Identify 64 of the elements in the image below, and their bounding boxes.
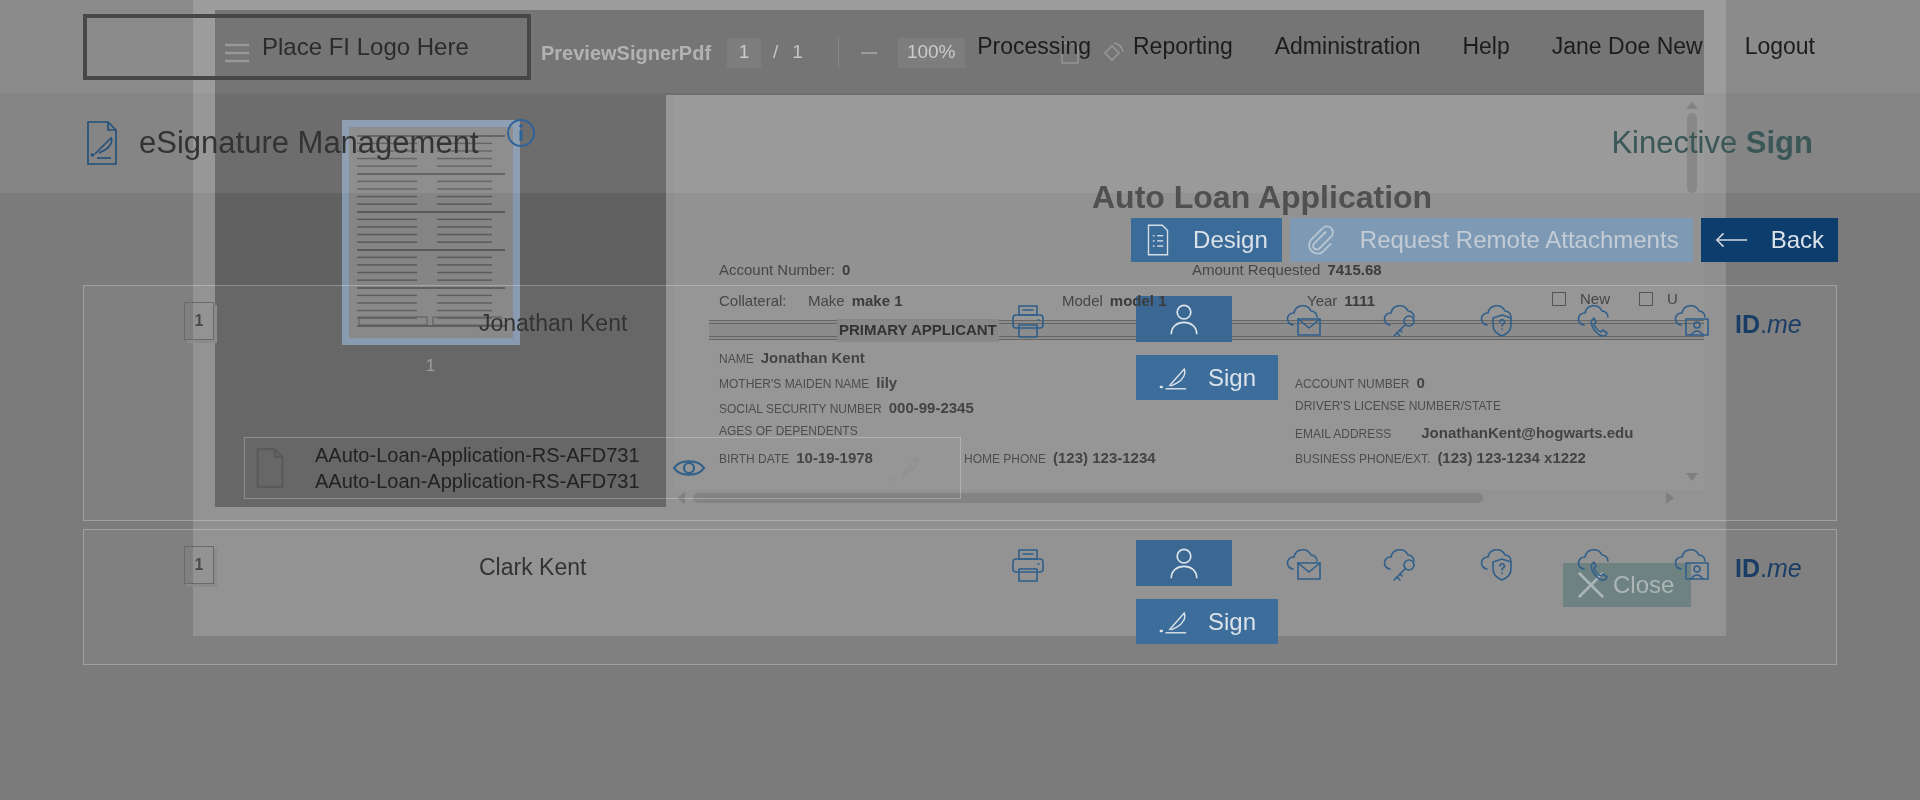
- sign-button[interactable]: Sign: [1136, 599, 1278, 644]
- idme-logo[interactable]: ID.me: [1735, 306, 1802, 344]
- checkbox-label: New: [1580, 288, 1610, 309]
- idme-logo[interactable]: ID.me: [1735, 550, 1802, 588]
- field-label: DRIVER'S LICENSE NUMBER/STATE: [1295, 398, 1501, 416]
- page-separator: /: [773, 40, 779, 65]
- nav-link[interactable]: Administration: [1274, 29, 1421, 64]
- sign-button[interactable]: Sign: [1136, 355, 1278, 400]
- document-name: AAuto-Loan-Application-RS-AFD731: [315, 443, 641, 468]
- viewer-title: PreviewSignerPdf: [541, 40, 712, 66]
- signer-button[interactable]: [1136, 540, 1232, 586]
- field-value: 7415.68: [1327, 260, 1382, 280]
- field-value: 1111: [1344, 290, 1376, 311]
- field-label: MOTHER'S MAIDEN NAME: [719, 376, 870, 394]
- nav-link[interactable]: Jane Doe New: [1551, 29, 1703, 64]
- page-count-icon: 1: [184, 546, 214, 584]
- field-label: Make: [808, 290, 845, 311]
- checkbox-label: U: [1667, 288, 1678, 309]
- arrow-left-icon: [1714, 230, 1749, 250]
- field-label: SOCIAL SECURITY NUMBER: [719, 401, 882, 419]
- zoom-field[interactable]: 100%: [897, 37, 965, 68]
- page-number-field[interactable]: 1: [727, 37, 762, 68]
- field-label: NAME: [719, 351, 754, 369]
- field-label: Account Number:: [719, 260, 835, 280]
- checkbox[interactable]: [1639, 291, 1653, 306]
- field-label: BIRTH DATE: [719, 451, 790, 469]
- field-value: 0: [1416, 373, 1425, 394]
- checkbox[interactable]: [1552, 291, 1566, 306]
- close-button[interactable]: Close: [1563, 563, 1691, 607]
- logo-placeholder[interactable]: Place FI Logo Here: [83, 13, 531, 80]
- field-value: JonathanKent@hogwarts.edu: [1421, 423, 1634, 444]
- page-count-icon: 1: [184, 302, 214, 340]
- nav-link[interactable]: Help: [1462, 29, 1510, 64]
- field-value: lily: [876, 373, 898, 394]
- field-value: 10-19-1978: [796, 448, 873, 469]
- brand-logo: Kinective Sign: [1611, 123, 1813, 162]
- nav-link[interactable]: Reporting: [1133, 29, 1233, 64]
- field-value: 000-99-2345: [888, 398, 974, 419]
- field-value: Jonathan Kent: [760, 348, 865, 369]
- info-icon[interactable]: [505, 118, 536, 148]
- close-icon: [1577, 571, 1605, 599]
- field-label: EMAIL ADDRESS: [1295, 426, 1392, 444]
- nav-link[interactable]: Processing: [977, 29, 1091, 64]
- field-label: Amount Requested: [1192, 260, 1321, 280]
- field-value: (123) 123-1234: [1053, 448, 1156, 469]
- field-value: (123) 123-1234 x1222: [1437, 448, 1586, 469]
- field-label: Collateral:: [719, 290, 788, 311]
- esign-document-icon: [85, 120, 119, 166]
- document-name: AAuto-Loan-Application-RS-AFD731: [315, 469, 641, 494]
- back-button[interactable]: Back: [1700, 218, 1838, 262]
- field-value: make 1: [851, 290, 903, 311]
- page-title: eSignature Management: [139, 123, 479, 162]
- field-label: ACCOUNT NUMBER: [1295, 376, 1410, 394]
- nav-link[interactable]: Logout: [1744, 29, 1815, 64]
- field-value: 0: [841, 260, 851, 280]
- document-title: Auto Loan Application: [1092, 179, 1434, 215]
- field-label: Year: [1307, 290, 1338, 311]
- section-title: PRIMARY APPLICANT: [837, 319, 999, 342]
- field-label: Model: [1062, 290, 1103, 311]
- field-label: HOME PHONE: [964, 451, 1046, 469]
- signer-name: Clark Kent: [479, 553, 587, 582]
- design-button[interactable]: Design: [1131, 218, 1282, 262]
- page-total: 1: [792, 40, 803, 65]
- field-label: BUSINESS PHONE/EXT.: [1295, 451, 1431, 469]
